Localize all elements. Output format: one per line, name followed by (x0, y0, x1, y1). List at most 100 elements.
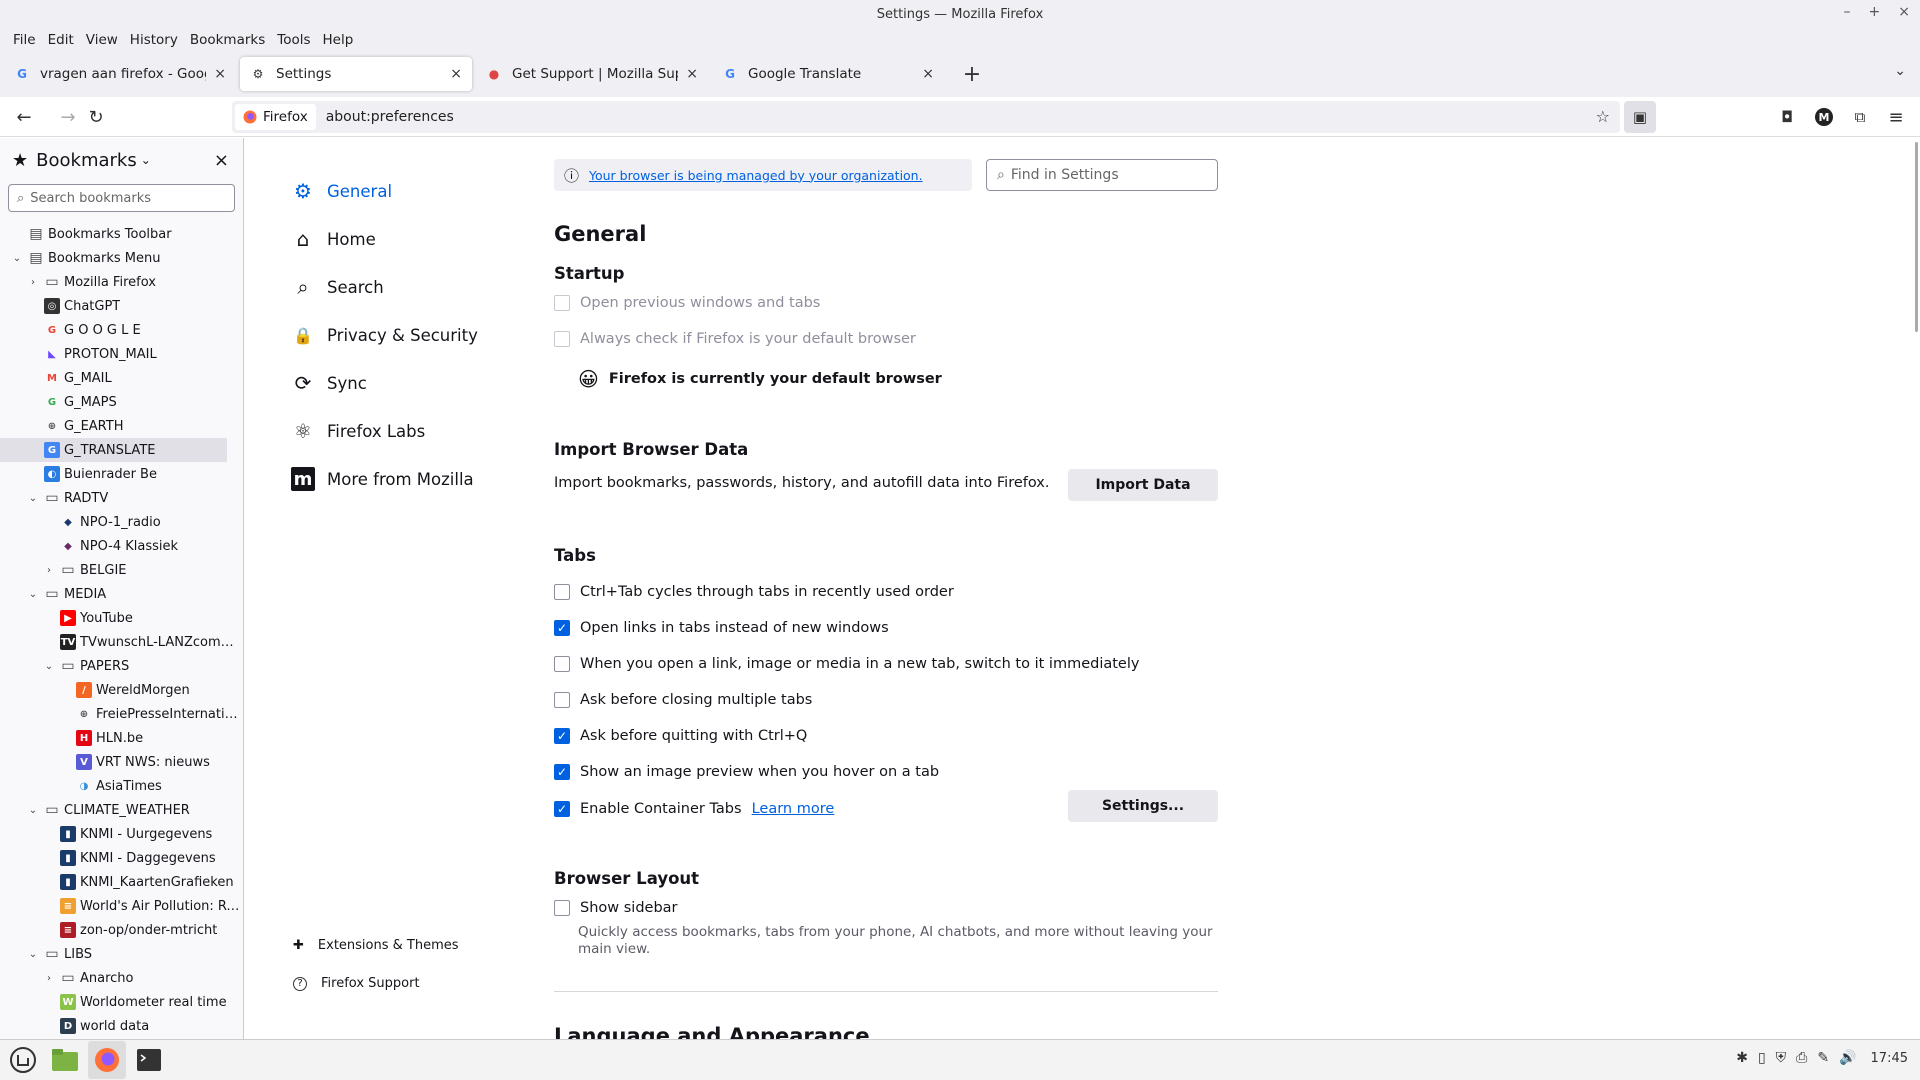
scrollbar-thumb[interactable] (1915, 142, 1918, 332)
bookmark-item[interactable]: ≡ zon-op/onder-mtricht (0, 918, 243, 942)
tab-google-translate[interactable]: G Google Translate × (712, 57, 944, 91)
bookmark-item[interactable]: ▮ KNMI - Uurgegevens (0, 822, 243, 846)
bookmark-item[interactable]: ▮ KNMI - Daggegevens (0, 846, 243, 870)
minimize-button[interactable]: – (1844, 4, 1851, 20)
pocket-icon[interactable]: ◘ (1771, 101, 1803, 133)
show-sidebar-checkbox[interactable] (554, 900, 570, 916)
ctrl-tab-option[interactable]: Ctrl+Tab cycles through tabs in recently… (554, 584, 954, 600)
menu-view[interactable]: View (80, 32, 124, 48)
chevron-down-icon[interactable]: ⌄ (10, 253, 24, 264)
warn-quit-checkbox[interactable]: ✓ (554, 728, 570, 744)
bookmark-item[interactable]: ◑ AsiaTimes (0, 774, 243, 798)
chevron-down-icon[interactable]: ⌄ (141, 153, 151, 167)
back-button[interactable]: ← (8, 101, 40, 133)
bookmark-item[interactable]: ▤ Bookmarks Toolbar (0, 222, 243, 246)
warn-quit-option[interactable]: ✓ Ask before quitting with Ctrl+Q (554, 728, 807, 744)
warn-close-multiple-checkbox[interactable] (554, 692, 570, 708)
list-all-tabs-icon[interactable]: ⌄ (1894, 63, 1906, 79)
menu-file[interactable]: File (7, 32, 42, 48)
menu-help[interactable]: Help (317, 32, 360, 48)
bookmark-item[interactable]: ⌄ ▤ Bookmarks Menu (0, 246, 243, 270)
bookmark-item[interactable]: ◆ NPO-4 Klassiek (0, 534, 243, 558)
extensions-themes-link[interactable]: ✚ Extensions & Themes (293, 938, 459, 953)
bookmark-item[interactable]: ◎ ChatGPT (0, 294, 243, 318)
close-tab-icon[interactable]: × (686, 66, 698, 82)
import-data-button[interactable]: Import Data (1068, 469, 1218, 501)
always-check-default-option[interactable]: Always check if Firefox is your default … (554, 331, 916, 347)
warn-close-multiple-option[interactable]: Ask before closing multiple tabs (554, 692, 812, 708)
maximize-button[interactable]: + (1869, 4, 1881, 20)
container-settings-button[interactable]: Settings... (1068, 790, 1218, 822)
chevron-right-icon[interactable]: › (26, 277, 40, 288)
tab-hover-preview-checkbox[interactable]: ✓ (554, 764, 570, 780)
firefox-support-link[interactable]: ? Firefox Support (293, 976, 420, 991)
always-check-default-checkbox[interactable] (554, 331, 570, 347)
category-search[interactable]: ⌕ Search (291, 275, 383, 299)
switch-to-new-tab-option[interactable]: When you open a link, image or media in … (554, 656, 1139, 672)
bookmark-item[interactable]: G G_MAPS (0, 390, 243, 414)
bookmark-item[interactable]: ◣ PROTON_MAIL (0, 342, 243, 366)
open-links-in-tabs-checkbox[interactable]: ✓ (554, 620, 570, 636)
bookmark-item[interactable]: ▶ YouTube (0, 606, 243, 630)
open-previous-checkbox[interactable] (554, 295, 570, 311)
tab-google-search[interactable]: G vragen aan firefox - Google Zoeken × (4, 57, 236, 91)
category-general[interactable]: ⚙ General (291, 179, 392, 203)
bookmark-item[interactable]: ⌄ ▭ LIBS (0, 942, 243, 966)
bookmark-item[interactable]: ≡ World's Air Pollution: Re... (0, 894, 243, 918)
bookmark-item[interactable]: H HLN.be (0, 726, 243, 750)
bookmark-item[interactable]: ⌄ ▭ PAPERS (0, 654, 243, 678)
terminal-launcher-icon[interactable] (130, 1041, 168, 1079)
open-previous-option[interactable]: Open previous windows and tabs (554, 295, 820, 311)
find-in-settings-input[interactable]: ⌕ Find in Settings (986, 159, 1218, 191)
bookmark-item[interactable]: ⊕ G_EARTH (0, 414, 243, 438)
menu-launcher-icon[interactable] (4, 1041, 42, 1079)
shield-icon[interactable]: ⛨ (1776, 1050, 1787, 1066)
firefox-launcher-icon[interactable] (88, 1041, 126, 1079)
page-scrollbar[interactable] (1914, 138, 1920, 1039)
managed-policies-link[interactable]: Your browser is being managed by your or… (589, 168, 923, 183)
bookmark-item[interactable]: G G_TRANSLATE (0, 438, 227, 462)
category-home[interactable]: ⌂ Home (291, 227, 376, 251)
menu-edit[interactable]: Edit (42, 32, 80, 48)
category-firefox-labs[interactable]: ⚛ Firefox Labs (291, 419, 425, 443)
search-bookmarks-input[interactable]: ⌕ Search bookmarks (8, 184, 235, 212)
container-tabs-option[interactable]: ✓ Enable Container Tabs Learn more (554, 801, 834, 817)
bookmark-item[interactable]: ⌄ ▭ CLIMATE_WEATHER (0, 798, 243, 822)
menu-history[interactable]: History (124, 32, 184, 48)
container-tabs-checkbox[interactable]: ✓ (554, 801, 570, 817)
chevron-right-icon[interactable]: › (42, 565, 56, 576)
chevron-down-icon[interactable]: ⌄ (26, 805, 40, 816)
category-more-from-mozilla[interactable]: m More from Mozilla (291, 467, 474, 491)
bookmark-item[interactable]: ◆ NPO-1_radio (0, 510, 243, 534)
identity-box[interactable]: Firefox (235, 104, 316, 130)
show-sidebar-option[interactable]: Show sidebar (554, 900, 678, 916)
close-window-button[interactable]: × (1898, 4, 1910, 20)
menu-bookmarks[interactable]: Bookmarks (184, 32, 271, 48)
chevron-right-icon[interactable]: › (42, 973, 56, 984)
chevron-down-icon[interactable]: ⌄ (26, 493, 40, 504)
chevron-down-icon[interactable]: ⌄ (26, 949, 40, 960)
bookmark-item[interactable]: Dworld data (0, 1014, 243, 1038)
category-sync[interactable]: ⟳ Sync (291, 371, 367, 395)
hamburger-menu-icon[interactable]: ≡ (1880, 101, 1912, 133)
new-tab-button[interactable]: + (958, 62, 986, 87)
volume-icon[interactable]: 🔊 (1839, 1050, 1856, 1066)
bookmark-item[interactable]: › ▭ Anarcho (0, 966, 243, 990)
bookmark-item[interactable]: ◐ Buienrader Be (0, 462, 243, 486)
bookmark-item[interactable]: › ▭ BELGIE (0, 558, 243, 582)
chevron-down-icon[interactable]: ⌄ (26, 589, 40, 600)
pen-icon[interactable]: ✎ (1817, 1050, 1829, 1066)
url-text[interactable]: about:preferences (326, 109, 454, 125)
bookmark-item[interactable]: V VRT NWS: nieuws (0, 750, 243, 774)
clipboard-icon[interactable]: ▯ (1758, 1050, 1766, 1066)
bookmark-item[interactable]: M G_MAIL (0, 366, 243, 390)
bookmark-item[interactable]: ⌄ ▭ RADTV (0, 486, 243, 510)
open-links-in-tabs-option[interactable]: ✓ Open links in tabs instead of new windo… (554, 620, 889, 636)
account-avatar[interactable]: M (1808, 101, 1840, 133)
chevron-down-icon[interactable]: ⌄ (42, 661, 56, 672)
sidebar-title[interactable]: Bookmarks (36, 150, 137, 171)
bookmark-item[interactable]: › ▭ Mozilla Firefox (0, 270, 243, 294)
url-bar[interactable]: Firefox about:preferences ☆ (232, 101, 1620, 133)
close-sidebar-icon[interactable]: × (214, 150, 229, 171)
reload-button[interactable]: ↻ (80, 101, 112, 133)
